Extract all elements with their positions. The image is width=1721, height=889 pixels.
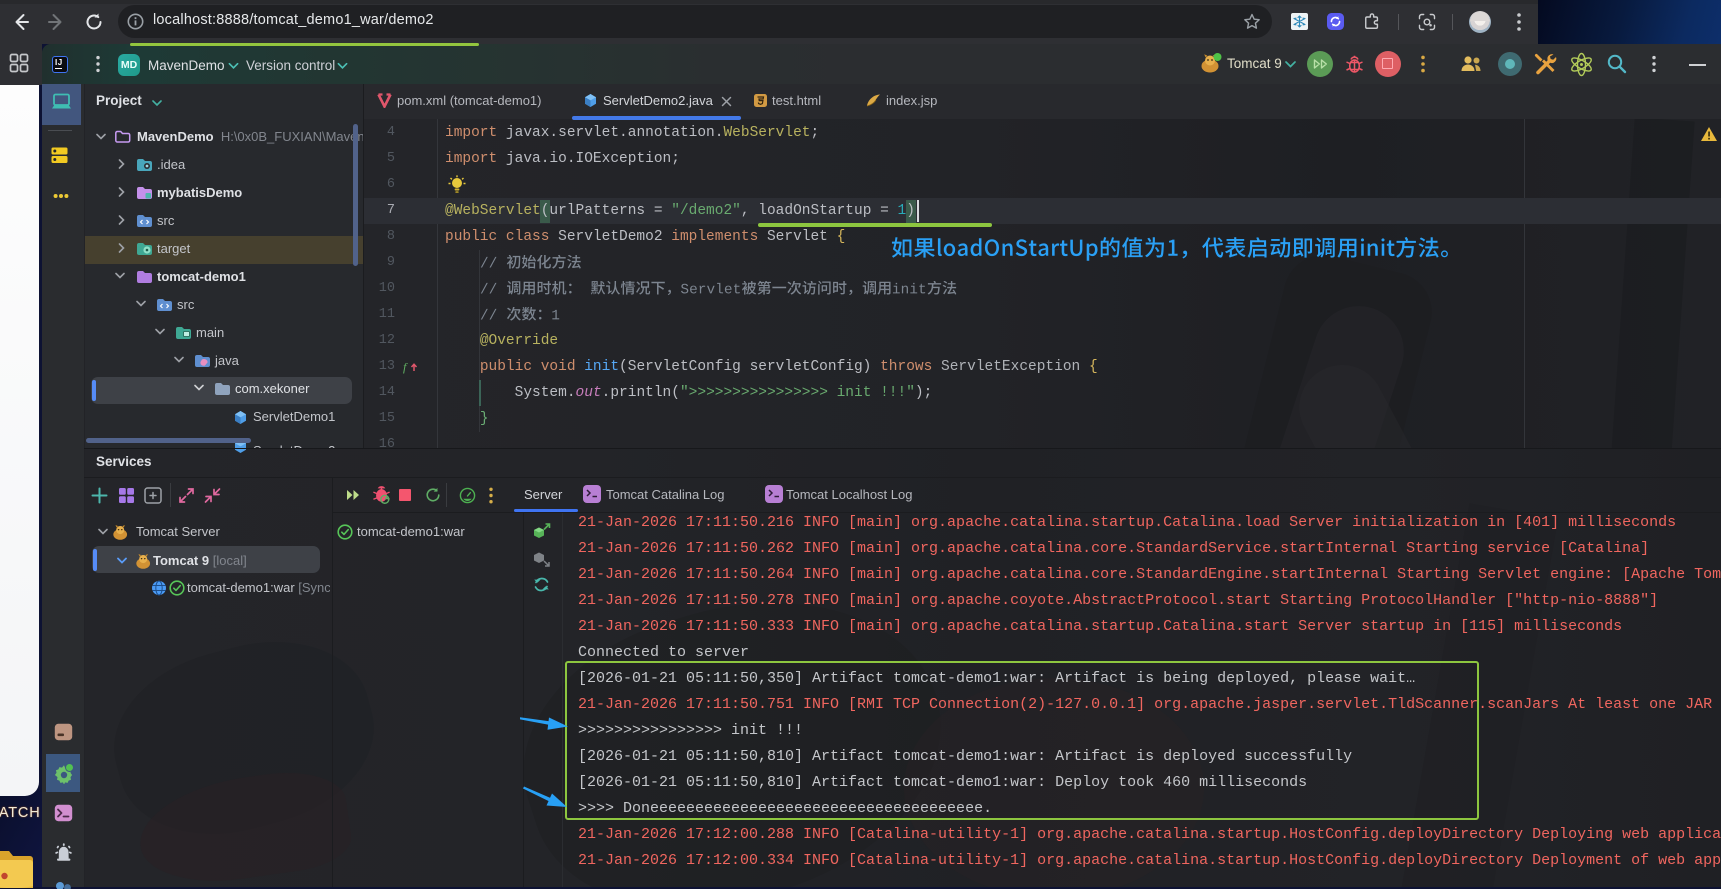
svg-text:f: f [403, 360, 408, 374]
